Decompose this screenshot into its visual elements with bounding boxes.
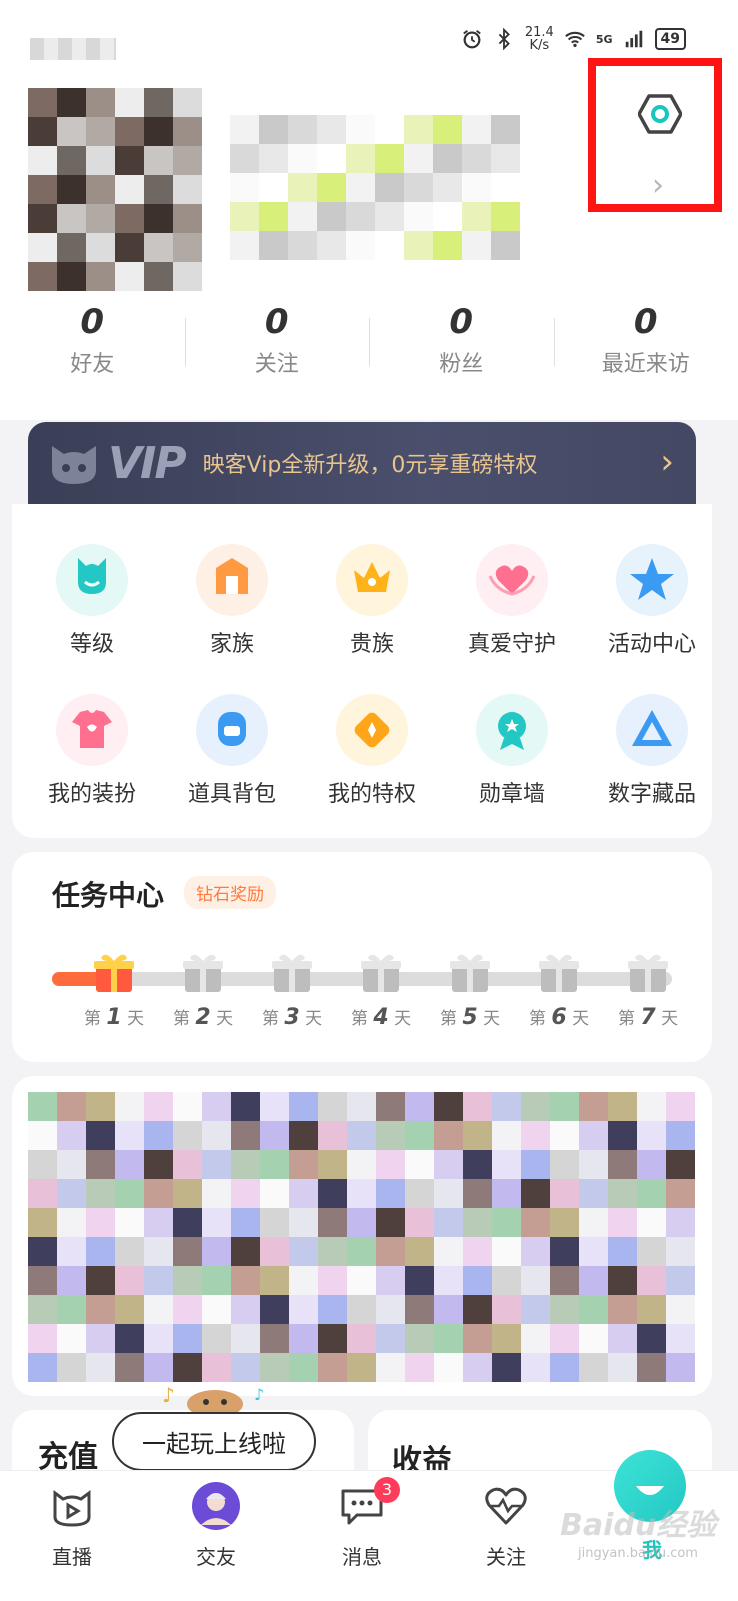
svg-text:♪: ♪ (162, 1383, 175, 1407)
watermark-sub: jingyan.baidu.com (578, 1546, 698, 1561)
signal-icon (623, 28, 645, 50)
heart-pulse-icon (481, 1481, 531, 1531)
settings-hexagon-icon[interactable] (638, 92, 682, 136)
stat-friends[interactable]: 0好友 (0, 300, 185, 400)
nav-live[interactable]: 直播 (12, 1481, 132, 1570)
digital-collectible-icon (616, 694, 688, 766)
profile-chevron-right-icon[interactable]: › (652, 168, 664, 203)
task-day-label: 第 2 天 (163, 1004, 243, 1030)
message-count-badge: 3 (374, 1477, 400, 1503)
alarm-icon (461, 28, 483, 50)
friend-avatar-icon (191, 1481, 241, 1531)
feature-item[interactable]: 勋章墙 (442, 694, 582, 808)
feature-item[interactable]: 我的特权 (302, 694, 442, 808)
nav-messages[interactable]: 3 消息 (302, 1481, 422, 1570)
gift-locked-icon[interactable] (180, 948, 226, 994)
task-day-label: 第 4 天 (341, 1004, 421, 1030)
feature-item[interactable]: 家族 (162, 544, 302, 658)
task-center-title: 任务中心 (52, 874, 164, 914)
username-blurred[interactable] (230, 115, 520, 265)
task-day-label: 第 5 天 (430, 1004, 510, 1030)
vip-banner[interactable]: VIP 映客Vip全新升级，0元享重磅特权 › (28, 422, 696, 504)
feature-label: 贵族 (302, 626, 442, 658)
heart-guard-icon (476, 544, 548, 616)
gift-locked-icon[interactable] (358, 948, 404, 994)
vip-cat-icon (46, 440, 102, 486)
feature-item[interactable]: 我的装扮 (22, 694, 162, 808)
privilege-diamond-icon (336, 694, 408, 766)
feature-item[interactable]: 数字藏品 (582, 694, 722, 808)
feature-item[interactable]: 等级 (22, 544, 162, 658)
vip-message: 映客Vip全新升级，0元享重磅特权 (203, 447, 538, 479)
feature-item[interactable]: 活动中心 (582, 544, 722, 658)
watermark-main: Baidu经验 (560, 1500, 716, 1544)
nav-friends[interactable]: 交友 (156, 1481, 276, 1570)
stat-fans[interactable]: 0粉丝 (369, 300, 554, 400)
feature-label: 我的装扮 (22, 776, 162, 808)
backpack-icon (196, 694, 268, 766)
task-day-label: 第 7 天 (608, 1004, 688, 1030)
stat-recent-visitors[interactable]: 0最近来访 (554, 300, 738, 400)
diamond-reward-badge: 钻石奖励 (184, 876, 276, 909)
feature-label: 活动中心 (582, 626, 722, 658)
battery-indicator: 49 (655, 28, 686, 50)
feature-label: 数字藏品 (582, 776, 722, 808)
network-speed: 21.4K/s (525, 26, 554, 52)
feature-label: 我的特权 (302, 776, 442, 808)
bluetooth-icon (493, 28, 515, 50)
task-center-card[interactable]: 任务中心 钻石奖励 第 1 天第 2 天第 3 天第 4 天第 5 天第 6 天… (12, 852, 712, 1062)
medal-icon (476, 694, 548, 766)
gift-active-icon[interactable] (91, 948, 137, 994)
network-type: 5G (596, 33, 613, 46)
feature-label: 道具背包 (162, 776, 302, 808)
feature-label: 等级 (22, 626, 162, 658)
task-day-label: 第 6 天 (519, 1004, 599, 1030)
family-icon (196, 544, 268, 616)
promo-banner-blurred[interactable] (12, 1076, 712, 1396)
svg-text:♪: ♪ (254, 1385, 264, 1404)
feature-grid-card: 等级家族贵族真爱守护活动中心我的装扮道具背包我的特权勋章墙数字藏品 (12, 504, 712, 838)
feature-item[interactable]: 贵族 (302, 544, 442, 658)
feature-item[interactable]: 道具背包 (162, 694, 302, 808)
feature-label: 真爱守护 (442, 626, 582, 658)
status-time-blurred (30, 38, 116, 60)
vip-logo-text: VIP (108, 438, 185, 489)
feature-label: 家族 (162, 626, 302, 658)
gift-locked-icon[interactable] (536, 948, 582, 994)
nav-following[interactable]: 关注 (446, 1481, 566, 1570)
stat-following[interactable]: 0关注 (185, 300, 370, 400)
live-tv-icon (47, 1481, 97, 1531)
level-icon (56, 544, 128, 616)
mascot-icon: ♪ ♪ (160, 1378, 270, 1414)
gift-locked-icon[interactable] (447, 948, 493, 994)
wifi-icon (564, 28, 586, 50)
vip-chevron-right-icon: › (660, 442, 674, 482)
stats-row: 0好友 0关注 0粉丝 0最近来访 (0, 300, 738, 400)
task-day-label: 第 1 天 (74, 1004, 154, 1030)
online-bubble[interactable]: 一起玩上线啦 (112, 1412, 316, 1471)
tshirt-icon (56, 694, 128, 766)
star-activity-icon (616, 544, 688, 616)
feature-label: 勋章墙 (442, 776, 582, 808)
status-bar-right: 21.4K/s 5G 49 (461, 26, 686, 52)
gift-locked-icon[interactable] (269, 948, 315, 994)
feature-item[interactable]: 真爱守护 (442, 544, 582, 658)
avatar[interactable] (28, 88, 202, 291)
gift-locked-icon[interactable] (625, 948, 671, 994)
noble-crown-icon (336, 544, 408, 616)
task-day-label: 第 3 天 (252, 1004, 332, 1030)
